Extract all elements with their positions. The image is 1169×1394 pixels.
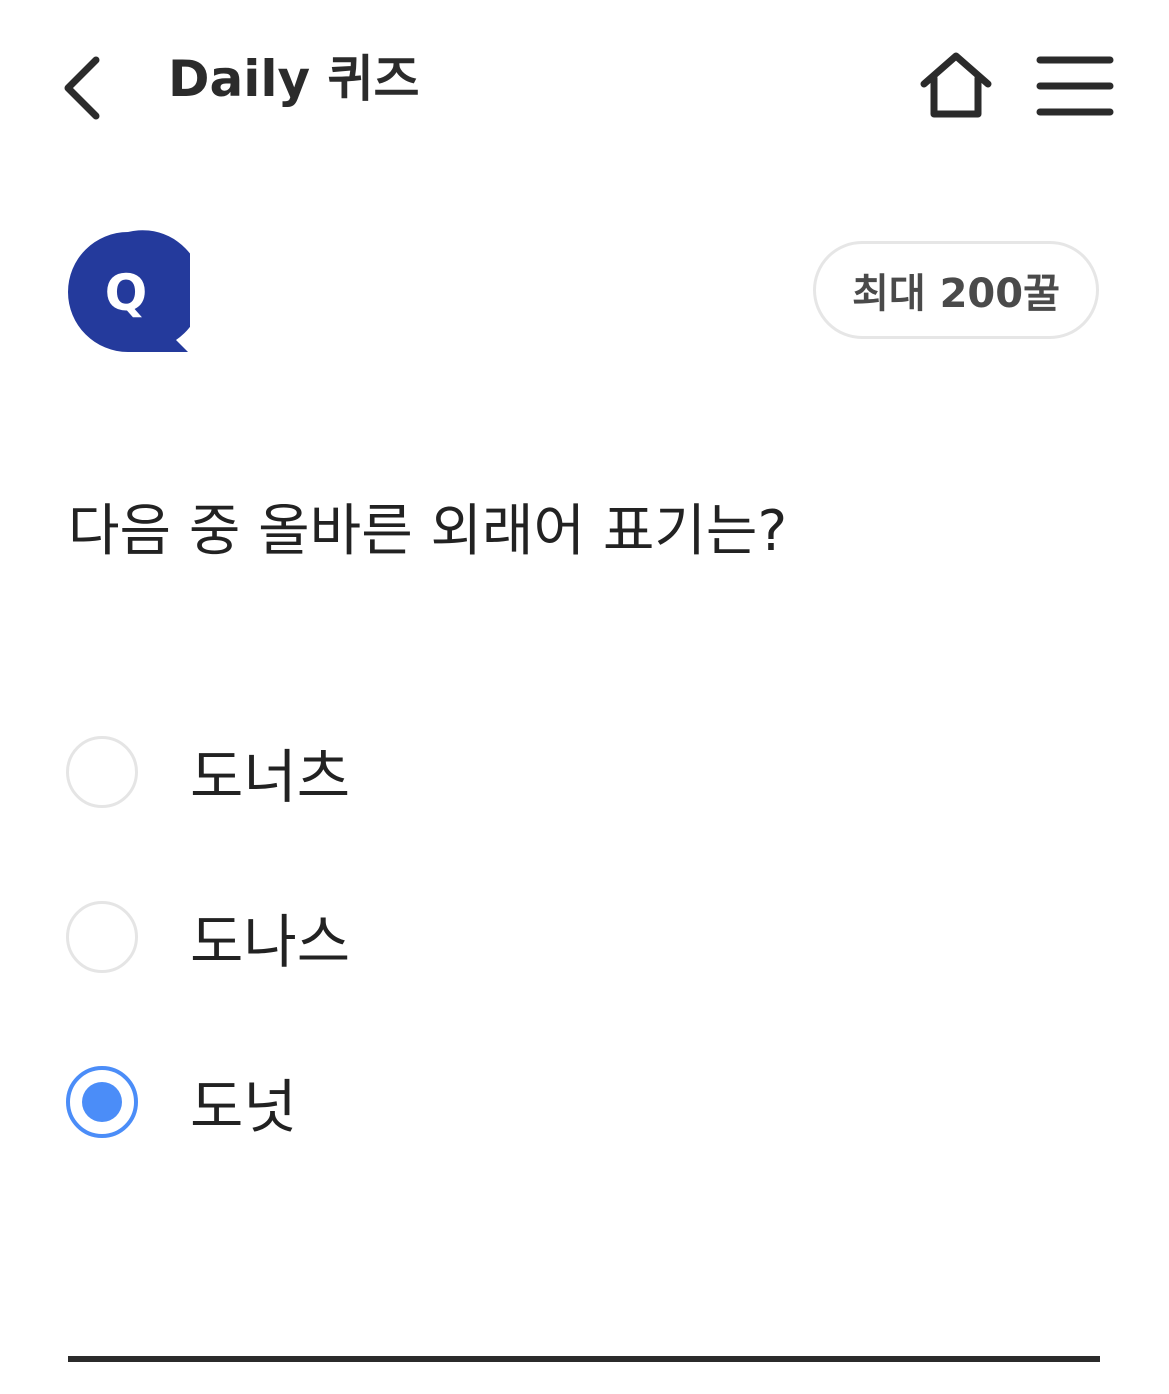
hamburger-menu-icon (1036, 56, 1114, 116)
answer-option-1[interactable]: 도너츠 (66, 712, 1106, 832)
question-text: 다음 중 올바른 외래어 표기는? (68, 499, 788, 564)
radio-button[interactable] (66, 901, 138, 973)
option-label: 도너츠 (190, 743, 351, 811)
back-button[interactable] (50, 48, 120, 128)
app-header: Daily 퀴즈 (0, 0, 1169, 170)
reward-badge: 최대 200꿀 (813, 241, 1099, 339)
answer-option-3[interactable]: 도넛 (66, 1042, 1106, 1162)
radio-button-selected[interactable] (66, 1066, 138, 1138)
question-badge: Q (66, 230, 203, 354)
home-button[interactable] (914, 44, 998, 128)
radio-button[interactable] (66, 736, 138, 808)
chevron-left-icon (64, 56, 100, 120)
speech-bubble-icon: Q (68, 230, 203, 352)
menu-button[interactable] (1034, 50, 1116, 122)
answer-option-2[interactable]: 도나스 (66, 877, 1106, 997)
option-label: 도나스 (190, 908, 351, 976)
home-icon (920, 52, 992, 118)
bottom-divider (68, 1356, 1100, 1362)
badge-letter: Q (105, 264, 148, 322)
page-title: Daily 퀴즈 (168, 50, 420, 108)
option-label: 도넛 (190, 1073, 297, 1141)
